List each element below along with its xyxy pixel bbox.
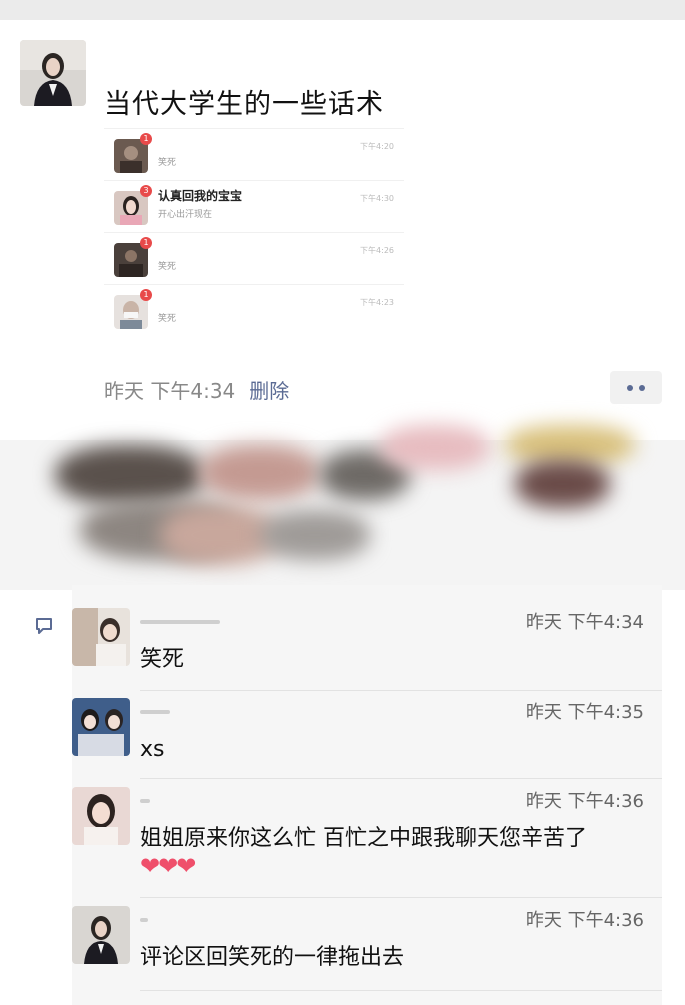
chat-preview: 笑死	[158, 262, 177, 272]
comment-text: 姐姐原来你这么忙 百忙之中跟我聊天您辛苦了	[140, 826, 587, 851]
comment-text: 评论区回笑死的一律拖出去	[140, 945, 405, 970]
chat-time: 下午4:30	[360, 194, 394, 203]
comment-item[interactable]: 昨天 下午4:35 xs	[72, 698, 662, 778]
comment-time: 昨天 下午4:35	[525, 702, 644, 723]
comment-avatar[interactable]	[72, 698, 130, 756]
chat-preview: 笑死	[158, 314, 177, 324]
chat-title: 认真回我的宝宝	[158, 189, 243, 203]
divider	[140, 897, 662, 898]
comment-item[interactable]: 昨天 下午4:36 评论区回笑死的一律拖出去	[72, 906, 662, 986]
comment-time: 昨天 下午4:36	[525, 910, 644, 931]
dot-icon	[639, 385, 645, 391]
heart-emoji-icon: ❤❤❤	[140, 852, 196, 880]
unread-badge: 3	[140, 185, 152, 197]
comment-avatar[interactable]	[72, 906, 130, 964]
divider	[140, 990, 662, 991]
comment-time: 昨天 下午4:36	[525, 791, 644, 812]
chat-list-item: 3 认真回我的宝宝 开心出汗现在 下午4:30	[104, 180, 404, 231]
chat-time: 下午4:23	[360, 298, 394, 307]
unread-badge: 1	[140, 289, 152, 301]
comment-author-name[interactable]	[140, 710, 170, 714]
delete-button[interactable]: 删除	[249, 379, 289, 403]
post-author-name[interactable]	[105, 44, 135, 60]
top-status-strip	[0, 0, 685, 20]
comment-time: 昨天 下午4:34	[525, 612, 644, 633]
chat-preview: 笑死	[158, 158, 177, 168]
post-meta-row: 昨天 下午4:34 删除	[104, 375, 289, 404]
post-author-avatar[interactable]	[20, 40, 86, 106]
comment-item[interactable]: 昨天 下午4:34 笑死	[72, 608, 662, 688]
chat-time: 下午4:26	[360, 246, 394, 255]
unread-badge: 1	[140, 237, 152, 249]
comment-author-name[interactable]	[140, 620, 220, 624]
comment-icon	[34, 616, 54, 636]
comment-author-name[interactable]	[140, 799, 150, 803]
comment-text: 笑死	[140, 647, 185, 672]
comment-item[interactable]: 昨天 下午4:36 姐姐原来你这么忙 百忙之中跟我聊天您辛苦了	[72, 787, 662, 897]
likes-area-blurred	[0, 420, 685, 590]
comment-author-name[interactable]	[140, 918, 148, 922]
divider	[140, 778, 662, 779]
post-image-chat-screenshot[interactable]: 1 笑死 下午4:20 3 认真回我的宝宝 开心出汗现在 下午4:30 1 笑死…	[104, 128, 404, 358]
divider	[140, 690, 662, 691]
unread-badge: 1	[140, 133, 152, 145]
chat-list-item: 1 笑死 下午4:23	[104, 284, 404, 335]
dot-icon	[627, 385, 633, 391]
comment-text: xs	[140, 737, 165, 762]
chat-list-item: 1 笑死 下午4:20	[104, 128, 404, 179]
post-text: 当代大学生的一些话术	[104, 89, 384, 120]
comment-avatar[interactable]	[72, 787, 130, 845]
chat-time: 下午4:20	[360, 142, 394, 151]
chat-preview: 开心出汗现在	[158, 210, 213, 220]
comment-avatar[interactable]	[72, 608, 130, 666]
post-timestamp: 昨天 下午4:34	[104, 379, 236, 403]
chat-list-item: 1 笑死 下午4:26	[104, 232, 404, 283]
more-actions-button[interactable]	[610, 371, 662, 404]
